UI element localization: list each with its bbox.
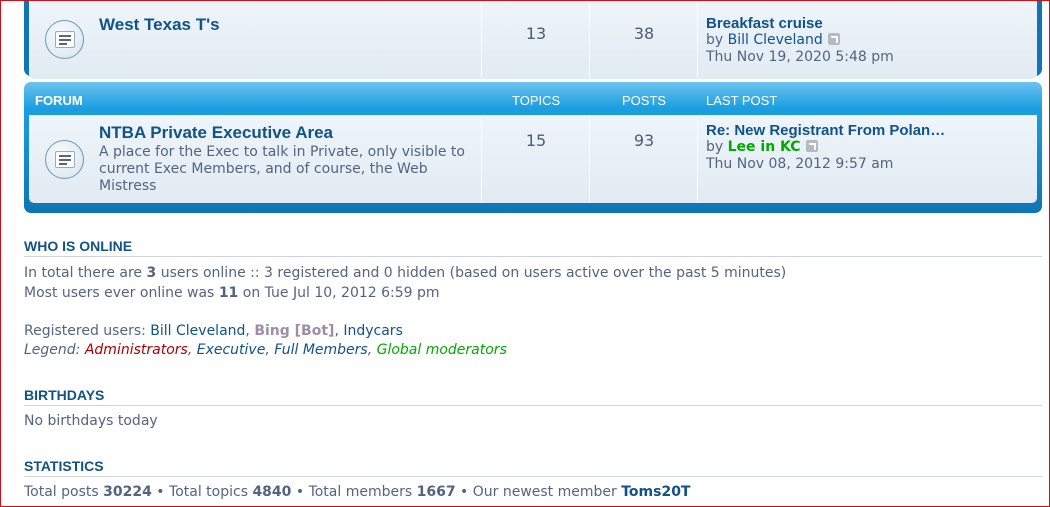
online-total-count: 3 bbox=[146, 265, 157, 281]
online-total-suffix: users online :: 3 registered and 0 hidde… bbox=[156, 265, 787, 281]
last-post-by: by bbox=[706, 139, 724, 155]
statistics-line: Total posts 30224 • Total topics 4840 • … bbox=[24, 483, 690, 502]
online-record-suffix: on Tue Jul 10, 2012 6:59 pm bbox=[238, 285, 440, 301]
forum-panel-west-texas: West Texas T's 13 38 Breakfast cruise by… bbox=[24, 0, 1042, 79]
last-post-title-link[interactable]: Breakfast cruise bbox=[706, 15, 894, 32]
total-members-count: 1667 bbox=[416, 484, 456, 500]
legend-line: Legend: Administrators, Executive, Full … bbox=[24, 342, 507, 358]
online-record-prefix: Most users ever online was bbox=[24, 285, 219, 301]
total-topics-count: 4840 bbox=[252, 484, 292, 500]
forum-panel-ntba-exec: FORUM TOPICS POSTS LAST POST NTBA Privat… bbox=[24, 82, 1042, 213]
online-total-prefix: In total there are bbox=[24, 265, 147, 281]
header-last-post: LAST POST bbox=[706, 93, 778, 108]
view-latest-post-icon[interactable] bbox=[827, 33, 840, 45]
newest-member-label: • Our newest member bbox=[455, 484, 622, 500]
online-user-link[interactable]: Indycars bbox=[343, 323, 403, 339]
total-posts-count: 30224 bbox=[103, 484, 152, 500]
birthdays-text: No birthdays today bbox=[24, 413, 158, 429]
online-record-line: Most users ever online was 11 on Tue Jul… bbox=[24, 284, 440, 303]
last-post-user-link[interactable]: Lee in KC bbox=[728, 139, 801, 155]
legend-administrators-link[interactable]: Administrators bbox=[85, 342, 188, 358]
legend-label: Legend: bbox=[24, 342, 85, 358]
online-user-link[interactable]: Bing [Bot] bbox=[254, 323, 334, 339]
last-post-date: Thu Nov 19, 2020 5:48 pm bbox=[706, 49, 894, 65]
newest-member-link[interactable]: Toms20T bbox=[621, 484, 690, 500]
online-total-line: In total there are 3 users online :: 3 r… bbox=[24, 264, 786, 283]
last-post-by: by bbox=[706, 32, 724, 48]
forum-title-link[interactable]: West Texas T's bbox=[99, 15, 220, 35]
registered-users-line: Registered users: Bill Cleveland, Bing [… bbox=[24, 323, 403, 339]
legend-full-members-link[interactable]: Full Members bbox=[274, 342, 367, 358]
header-posts: POSTS bbox=[622, 93, 667, 108]
view-latest-post-icon[interactable] bbox=[805, 140, 818, 152]
legend-executive-link[interactable]: Executive bbox=[197, 342, 266, 358]
total-members-label: • Total members bbox=[291, 484, 417, 500]
posts-count: 93 bbox=[633, 131, 655, 150]
registered-users-label: Registered users: bbox=[24, 323, 151, 339]
forum-description: A place for the Exec to talk in Private,… bbox=[99, 144, 465, 194]
posts-count: 38 bbox=[633, 24, 655, 43]
header-topics: TOPICS bbox=[512, 93, 561, 108]
last-post: Re: New Registrant From Polan… by Lee in… bbox=[706, 122, 945, 173]
online-user-link[interactable]: Bill Cleveland bbox=[150, 323, 245, 339]
last-post: Breakfast cruise by Bill Cleveland Thu N… bbox=[706, 15, 894, 66]
forum-list-header: FORUM TOPICS POSTS LAST POST bbox=[29, 82, 1037, 115]
statistics-heading: STATISTICS bbox=[24, 458, 1042, 477]
header-forum: FORUM bbox=[35, 93, 83, 108]
topics-count: 15 bbox=[525, 131, 547, 150]
total-posts-label: Total posts bbox=[24, 484, 104, 500]
last-post-title-link[interactable]: Re: New Registrant From Polan… bbox=[706, 122, 945, 139]
online-record-count: 11 bbox=[218, 285, 239, 301]
birthdays-heading: BIRTHDAYS bbox=[24, 387, 1042, 406]
total-topics-label: • Total topics bbox=[151, 484, 253, 500]
forum-row: West Texas T's 13 38 Breakfast cruise by… bbox=[29, 0, 1037, 79]
forum-title-link[interactable]: NTBA Private Executive Area bbox=[99, 123, 333, 143]
legend-global-moderators-link[interactable]: Global moderators bbox=[377, 342, 507, 358]
last-post-user-link[interactable]: Bill Cleveland bbox=[728, 32, 823, 48]
last-post-date: Thu Nov 08, 2012 9:57 am bbox=[706, 156, 894, 172]
forum-read-icon bbox=[45, 20, 84, 59]
who-is-online-heading[interactable]: WHO IS ONLINE bbox=[24, 238, 1042, 257]
forum-read-icon bbox=[45, 140, 84, 179]
forum-row: NTBA Private Executive Area A place for … bbox=[29, 115, 1037, 203]
topics-count: 13 bbox=[525, 24, 547, 43]
